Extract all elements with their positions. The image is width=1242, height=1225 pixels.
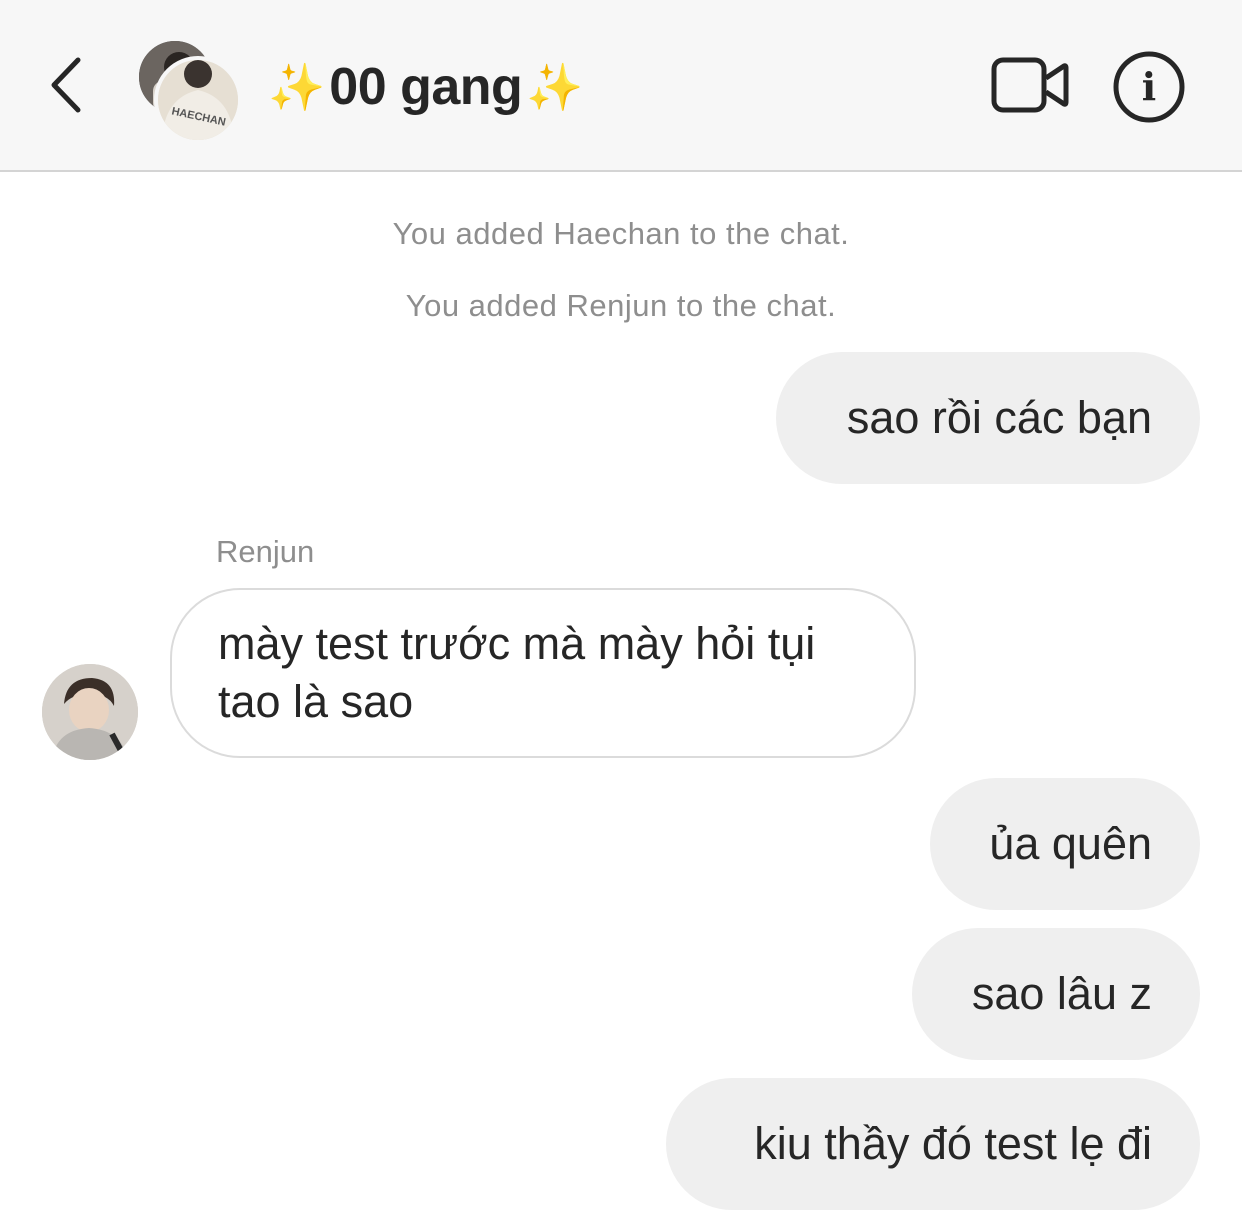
svg-text:i: i: [1142, 64, 1156, 109]
outgoing-message-bubble[interactable]: kiu thầy đó test lẹ đi: [666, 1078, 1200, 1210]
message-text: sao lâu z: [971, 968, 1152, 1019]
system-message: You added Haechan to the chat.: [392, 216, 850, 251]
info-button[interactable]: i: [1110, 48, 1188, 126]
video-camera-icon: [991, 57, 1069, 113]
sender-name: Renjun: [216, 534, 315, 569]
outgoing-message-bubble[interactable]: ủa quên: [930, 778, 1200, 910]
chevron-left-icon: [51, 57, 81, 113]
group-avatar[interactable]: HAECHAN: [136, 38, 242, 144]
message-text: mày test trước mà mày hỏi tụi tao là sao: [218, 618, 816, 727]
video-call-button[interactable]: [988, 52, 1072, 118]
group-name: 00 gang: [329, 58, 523, 116]
system-message: You added Renjun to the chat.: [405, 288, 837, 323]
back-button[interactable]: [40, 50, 100, 120]
renjun-avatar[interactable]: [42, 664, 138, 760]
message-text: kiu thầy đó test lẹ đi: [754, 1118, 1152, 1169]
message-text: ủa quên: [989, 818, 1152, 869]
chat-title[interactable]: ✨ 00 gang ✨: [268, 52, 584, 122]
sparkle-emoji: ✨: [268, 60, 326, 113]
outgoing-message-bubble[interactable]: sao rồi các bạn: [776, 352, 1200, 484]
haechan-avatar: HAECHAN: [154, 56, 242, 144]
chat-header: HAECHAN ✨ 00 gang ✨ i: [0, 0, 1242, 172]
outgoing-message-bubble[interactable]: sao lâu z: [912, 928, 1200, 1060]
info-icon: i: [1113, 51, 1185, 123]
message-text: sao rồi các bạn: [846, 392, 1152, 443]
incoming-message-bubble[interactable]: mày test trước mà mày hỏi tụi tao là sao: [170, 588, 916, 758]
sparkle-emoji: ✨: [526, 60, 584, 113]
